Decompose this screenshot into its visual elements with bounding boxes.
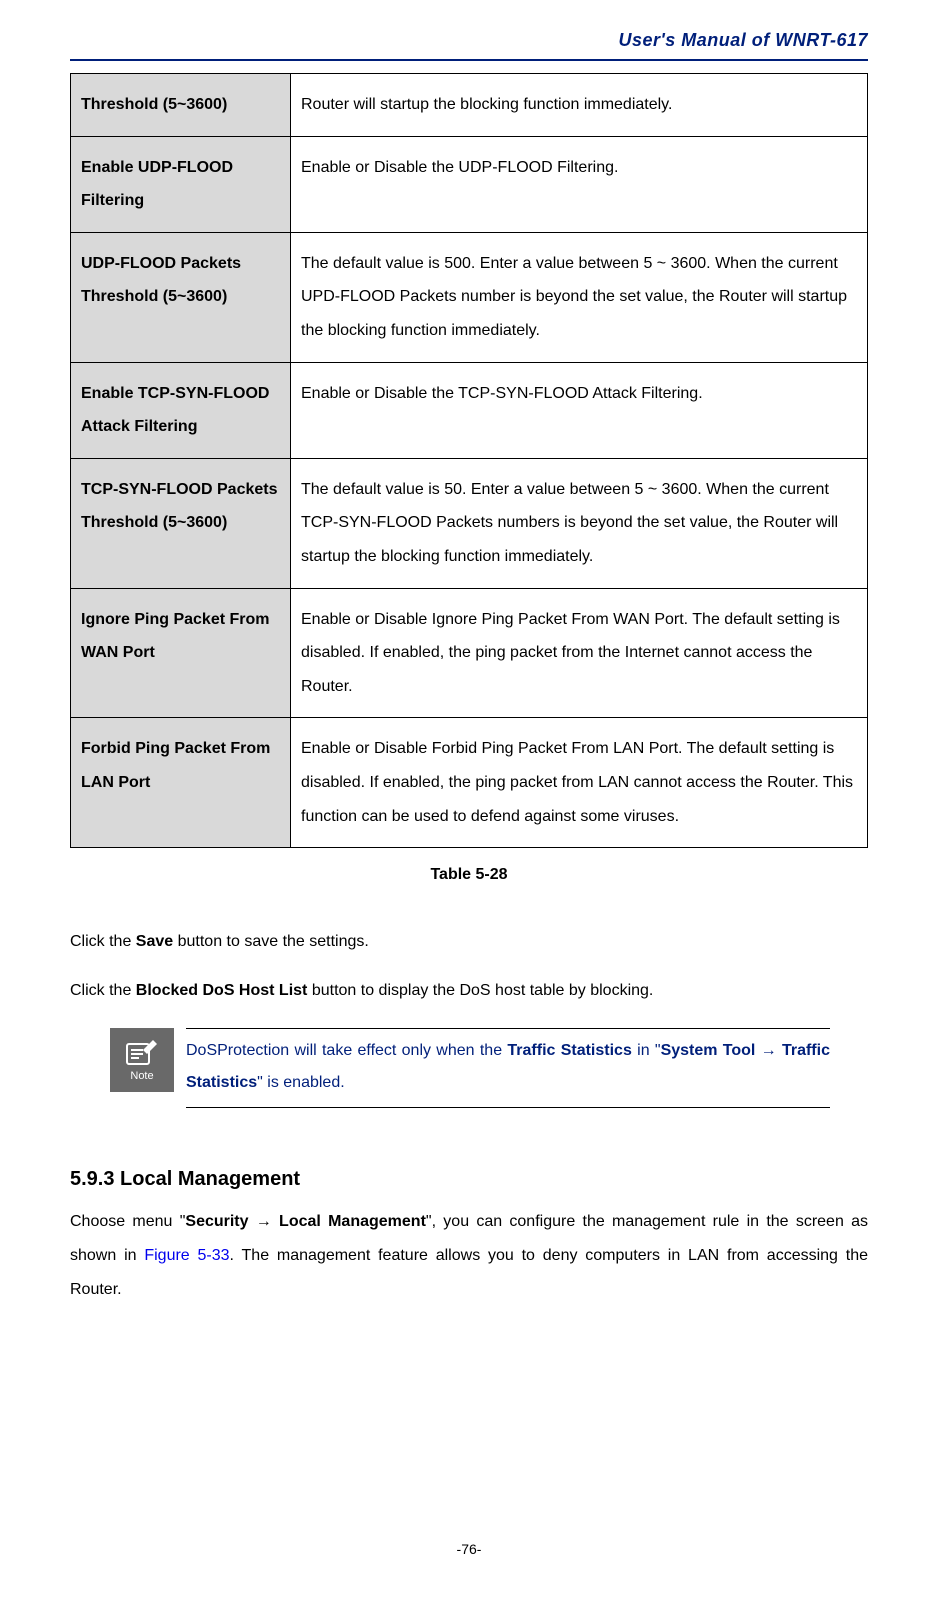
table-label-cell: Ignore Ping Packet From WAN Port <box>71 588 291 718</box>
note-rule-top <box>186 1028 830 1029</box>
table-row: Threshold (5~3600) Router will startup t… <box>71 74 868 137</box>
table-label-cell: TCP-SYN-FLOOD Packets Threshold (5~3600) <box>71 458 291 588</box>
table-label-cell: UDP-FLOOD Packets Threshold (5~3600) <box>71 232 291 362</box>
text-fragment: button to save the settings. <box>173 933 369 950</box>
note-icon: Note <box>110 1028 174 1092</box>
table-desc-cell: Enable or Disable Forbid Ping Packet Fro… <box>291 718 868 848</box>
text-fragment: Click the <box>70 982 136 999</box>
section-heading-local-management: 5.9.3 Local Management <box>70 1168 868 1191</box>
table-row: Enable TCP-SYN-FLOOD Attack Filtering En… <box>71 362 868 458</box>
figure-reference: Figure 5-33 <box>144 1247 229 1264</box>
table-desc-cell: The default value is 50. Enter a value b… <box>291 458 868 588</box>
text-fragment: Choose menu " <box>70 1213 185 1230</box>
table-row: TCP-SYN-FLOOD Packets Threshold (5~3600)… <box>71 458 868 588</box>
table-desc-cell: Enable or Disable Ignore Ping Packet Fro… <box>291 588 868 718</box>
table-label-cell: Threshold (5~3600) <box>71 74 291 137</box>
text-fragment: " is enabled. <box>257 1074 345 1091</box>
text-fragment: Click the <box>70 933 136 950</box>
note-text: DoSProtection will take effect only when… <box>186 1035 830 1099</box>
table-desc-cell: The default value is 500. Enter a value … <box>291 232 868 362</box>
document-page: User's Manual of WNRT-617 Threshold (5~3… <box>0 0 938 1597</box>
table-row: UDP-FLOOD Packets Threshold (5~3600) The… <box>71 232 868 362</box>
settings-table: Threshold (5~3600) Router will startup t… <box>70 73 868 848</box>
table-label-cell: Enable UDP-FLOOD Filtering <box>71 136 291 232</box>
table-row: Enable UDP-FLOOD Filtering Enable or Dis… <box>71 136 868 232</box>
table-desc-cell: Enable or Disable the TCP-SYN-FLOOD Atta… <box>291 362 868 458</box>
header-rule <box>70 59 868 61</box>
section-body: Choose menu "Security → Local Management… <box>70 1205 868 1306</box>
instruction-blocked-list: Click the Blocked DoS Host List button t… <box>70 973 868 1008</box>
page-header-title: User's Manual of WNRT-617 <box>70 30 868 51</box>
note-icon-label: Note <box>130 1070 153 1082</box>
text-fragment: button to display the DoS host table by … <box>307 982 653 999</box>
save-label: Save <box>136 933 173 950</box>
table-label-cell: Forbid Ping Packet From LAN Port <box>71 718 291 848</box>
blocked-list-label: Blocked DoS Host List <box>136 982 308 999</box>
note-text-wrap: DoSProtection will take effect only when… <box>174 1028 830 1108</box>
table-row: Ignore Ping Packet From WAN Port Enable … <box>71 588 868 718</box>
page-number: -76- <box>457 1541 482 1557</box>
table-desc-cell: Enable or Disable the UDP-FLOOD Filterin… <box>291 136 868 232</box>
note-strong-1: Traffic Statistics <box>507 1042 631 1059</box>
text-fragment: DoSProtection will take effect only when… <box>186 1042 507 1059</box>
menu-path: Security → Local Management <box>185 1213 426 1230</box>
pencil-note-icon <box>125 1038 159 1068</box>
text-fragment: in " <box>632 1042 661 1059</box>
table-row: Forbid Ping Packet From LAN Port Enable … <box>71 718 868 848</box>
table-label-cell: Enable TCP-SYN-FLOOD Attack Filtering <box>71 362 291 458</box>
page-footer: -76- <box>70 1501 868 1557</box>
note-block: Note DoSProtection will take effect only… <box>110 1028 830 1108</box>
note-rule-bottom <box>186 1107 830 1108</box>
table-caption: Table 5-28 <box>70 866 868 884</box>
table-desc-cell: Router will startup the blocking functio… <box>291 74 868 137</box>
instruction-save: Click the Save button to save the settin… <box>70 924 868 959</box>
